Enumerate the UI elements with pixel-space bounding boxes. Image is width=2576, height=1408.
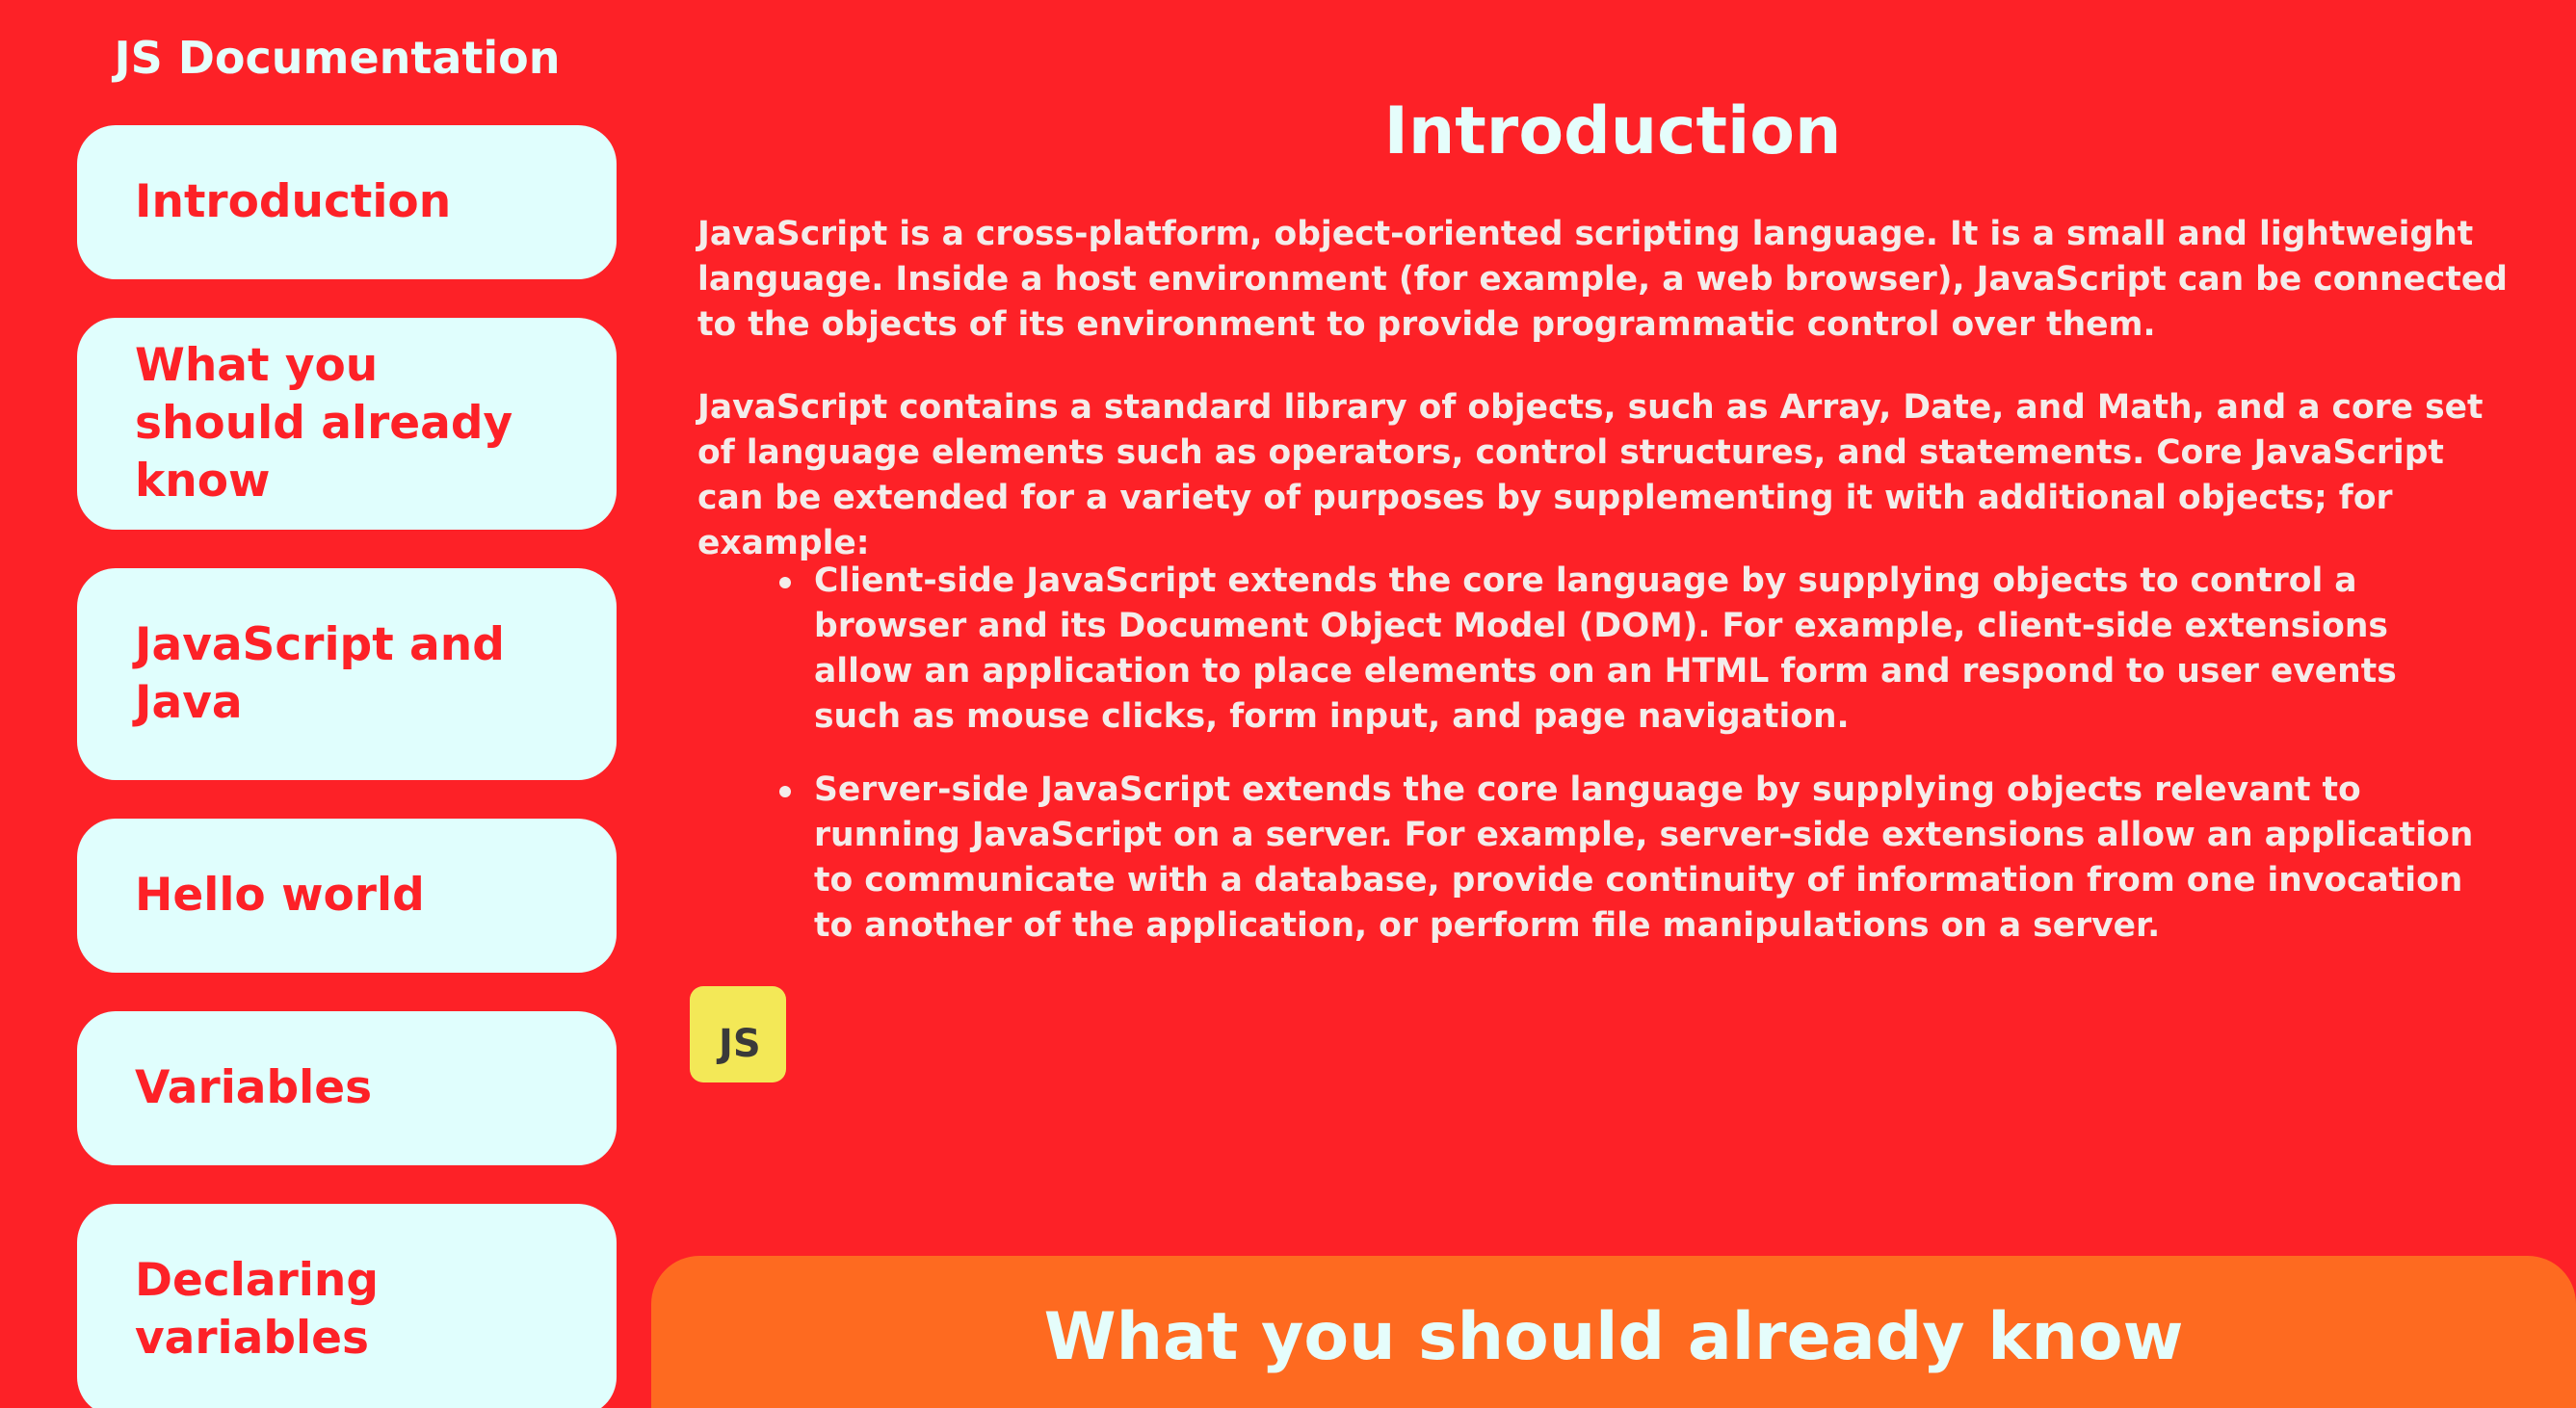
navbar: JS Documentation Introduction What you s… — [0, 0, 674, 1408]
nav-title: JS Documentation — [114, 32, 561, 84]
list-item-text: Client-side JavaScript extends the core … — [814, 561, 2397, 736]
nav-link-declaring-variables[interactable]: Declaring variables — [77, 1204, 617, 1408]
nav-link-javascript-and-java[interactable]: JavaScript and Java — [77, 568, 617, 780]
nav-link-label: JavaScript and Java — [135, 618, 505, 729]
nav-link-what-you-should-already-know[interactable]: What you should already know — [77, 318, 617, 530]
nav-link-introduction[interactable]: Introduction — [77, 125, 617, 279]
intro-paragraph: JavaScript contains a standard library o… — [697, 388, 2484, 562]
nav-link-label: What you should already know — [135, 339, 513, 508]
intro-paragraph: JavaScript is a cross-platform, object-o… — [697, 215, 2508, 344]
main-doc: Introduction JavaScript is a cross-platf… — [697, 0, 2518, 1408]
bullet-icon — [779, 577, 791, 588]
nav-link-label: Declaring variables — [135, 1254, 379, 1365]
js-logo: JS — [690, 986, 786, 1082]
list-item: Client-side JavaScript extends the core … — [779, 559, 2490, 740]
section-heading: What you should already know — [1043, 1299, 2184, 1375]
list-item: Server-side JavaScript extends the core … — [779, 768, 2490, 949]
bullet-icon — [779, 786, 791, 797]
nav-link-label: Hello world — [135, 869, 425, 922]
list-item-text: Server-side JavaScript extends the core … — [814, 770, 2474, 945]
nav-link-variables[interactable]: Variables — [77, 1011, 617, 1165]
nav-link-label: Variables — [135, 1061, 373, 1114]
nav-link-hello-world[interactable]: Hello world — [77, 819, 617, 973]
nav-link-label: Introduction — [135, 175, 452, 228]
next-section: What you should already know — [651, 1256, 2576, 1408]
section-heading: Introduction — [1383, 93, 1842, 169]
